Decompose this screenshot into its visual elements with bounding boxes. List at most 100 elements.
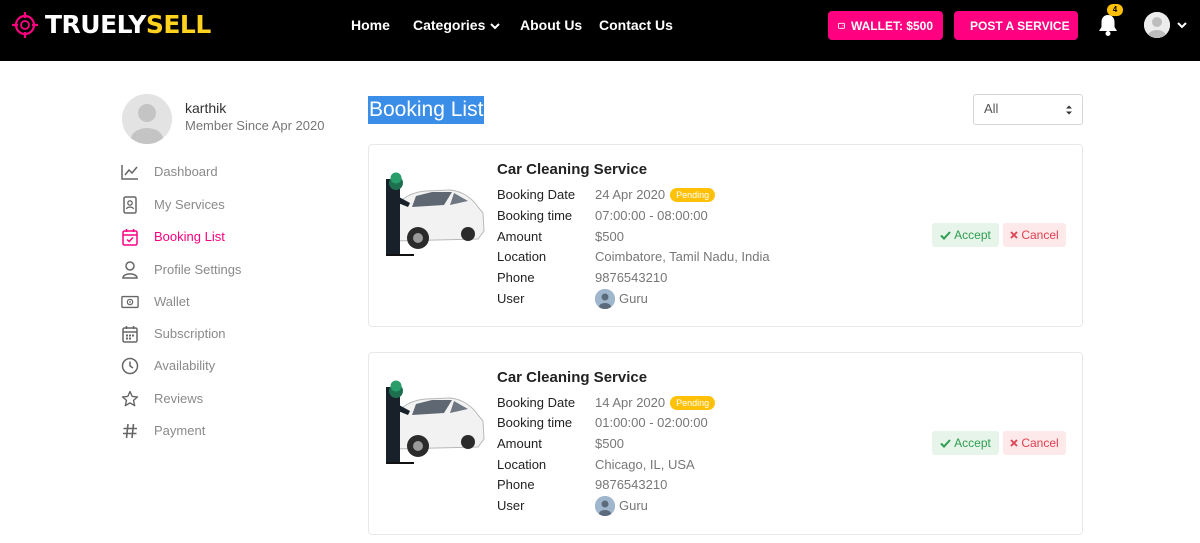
booking-card: Car Cleaning Service Booking Date 14 Apr… — [368, 352, 1083, 535]
accept-button[interactable]: Accept — [932, 223, 999, 247]
sidebar-item-profile-settings[interactable]: Profile Settings — [121, 259, 241, 281]
user-value: Guru — [595, 496, 648, 516]
chevron-down-icon[interactable] — [1177, 22, 1187, 29]
page-title: Booking List — [368, 96, 485, 124]
accept-button[interactable]: Accept — [932, 431, 999, 455]
calendar-check-icon — [121, 228, 139, 246]
booking-date-label: Booking Date — [497, 187, 576, 202]
status-badge: Pending — [670, 396, 716, 410]
service-title[interactable]: Car Cleaning Service — [497, 161, 647, 178]
sidebar-item-booking-list[interactable]: Booking List — [121, 226, 225, 248]
profile-name: karthik — [185, 100, 227, 116]
booking-date-text: 24 Apr 2020 — [595, 187, 666, 202]
id-badge-icon — [121, 196, 139, 214]
user-avatar — [595, 289, 615, 309]
sidebar-item-label: Availability — [154, 358, 216, 373]
phone-label: Phone — [497, 477, 535, 492]
booking-time-label: Booking time — [497, 208, 573, 223]
sidebar-item-subscription[interactable]: Subscription — [121, 323, 226, 345]
default-avatar-icon — [1144, 12, 1170, 38]
phone-value: 9876543210 — [595, 477, 668, 492]
phone-value: 9876543210 — [595, 270, 668, 285]
status-badge: Pending — [670, 188, 716, 202]
sidebar-item-label: Reviews — [154, 391, 204, 406]
status-filter-select[interactable]: All — [973, 94, 1083, 125]
cancel-label: Cancel — [1021, 436, 1059, 450]
service-thumbnail[interactable] — [386, 369, 486, 467]
phone-label: Phone — [497, 270, 535, 285]
user-avatar — [595, 496, 615, 516]
star-icon — [121, 390, 139, 408]
amount-label: Amount — [497, 436, 542, 451]
cancel-button[interactable]: Cancel — [1003, 223, 1066, 247]
sidebar-item-label: Subscription — [154, 326, 226, 341]
location-label: Location — [497, 249, 547, 264]
amount-value: $500 — [595, 436, 624, 451]
sidebar-item-label: My Services — [154, 197, 225, 212]
user-photo-icon — [595, 496, 615, 516]
booking-date-value: 14 Apr 2020 Pending — [595, 395, 716, 410]
clock-icon — [121, 357, 139, 375]
sidebar-item-label: Wallet — [154, 294, 190, 309]
nav-home[interactable]: Home — [351, 17, 390, 33]
post-service-button[interactable]: POST A SERVICE — [954, 11, 1078, 40]
close-icon — [1010, 439, 1018, 447]
profile-avatar — [122, 94, 172, 144]
booking-card: Car Cleaning Service Booking Date 24 Apr… — [368, 144, 1083, 327]
bell-icon[interactable] — [1097, 13, 1119, 37]
chevron-down-icon — [490, 23, 501, 30]
user-name: Guru — [619, 291, 648, 306]
amount-value: $500 — [595, 229, 624, 244]
sidebar-item-label: Payment — [154, 423, 206, 438]
sidebar-item-reviews[interactable]: Reviews — [121, 388, 203, 410]
user-value: Guru — [595, 289, 648, 309]
hashtag-icon — [121, 422, 139, 440]
nav-categories-label: Categories — [413, 17, 486, 33]
wallet-button[interactable]: WALLET: $500 — [828, 11, 943, 40]
location-label: Location — [497, 457, 547, 472]
service-title[interactable]: Car Cleaning Service — [497, 369, 647, 386]
sidebar-item-wallet[interactable]: Wallet — [121, 291, 190, 313]
sidebar-item-availability[interactable]: Availability — [121, 355, 215, 377]
accept-label: Accept — [954, 436, 991, 450]
close-icon — [1010, 231, 1018, 239]
notification-badge: 4 — [1107, 4, 1123, 16]
user-avatar-menu[interactable] — [1144, 12, 1170, 38]
check-icon — [940, 230, 951, 240]
wallet-icon — [838, 22, 845, 29]
booking-date-value: 24 Apr 2020 Pending — [595, 187, 716, 202]
select-arrows-icon — [1066, 105, 1072, 115]
brand-part-2: SELL — [145, 10, 211, 39]
check-icon — [940, 438, 951, 448]
sidebar-item-label: Profile Settings — [154, 262, 242, 277]
status-filter-value: All — [984, 101, 999, 116]
logo[interactable]: TRUELYSELL — [12, 10, 211, 40]
default-avatar-icon — [122, 94, 172, 144]
sidebar-item-my-services[interactable]: My Services — [121, 194, 225, 216]
wallet-label: WALLET: $500 — [850, 18, 933, 33]
sidebar-item-dashboard[interactable]: Dashboard — [121, 161, 218, 183]
booking-time-label: Booking time — [497, 415, 573, 430]
accept-label: Accept — [954, 228, 991, 242]
cancel-button[interactable]: Cancel — [1003, 431, 1066, 455]
nav-about[interactable]: About Us — [520, 17, 582, 33]
brand-name: TRUELYSELL — [45, 10, 211, 40]
sidebar-item-label: Booking List — [154, 229, 225, 244]
service-thumbnail[interactable] — [386, 161, 486, 259]
calendar-icon — [121, 325, 139, 343]
sidebar-item-payment[interactable]: Payment — [121, 420, 205, 442]
location-value: Chicago, IL, USA — [595, 457, 695, 472]
booking-time-value: 07:00:00 - 08:00:00 — [595, 208, 708, 223]
user-label: User — [497, 291, 525, 306]
nav-categories[interactable]: Categories — [413, 17, 501, 33]
amount-label: Amount — [497, 229, 542, 244]
car-cleaning-image — [386, 161, 486, 259]
user-photo-icon — [595, 289, 615, 309]
post-service-label: POST A SERVICE — [970, 18, 1070, 33]
location-value: Coimbatore, Tamil Nadu, India — [595, 249, 770, 264]
booking-date-text: 14 Apr 2020 — [595, 395, 666, 410]
target-logo-icon — [12, 12, 38, 38]
top-navbar: TRUELYSELL Home Categories About Us Cont… — [0, 0, 1200, 61]
nav-contact[interactable]: Contact Us — [599, 17, 673, 33]
user-icon — [121, 261, 139, 279]
